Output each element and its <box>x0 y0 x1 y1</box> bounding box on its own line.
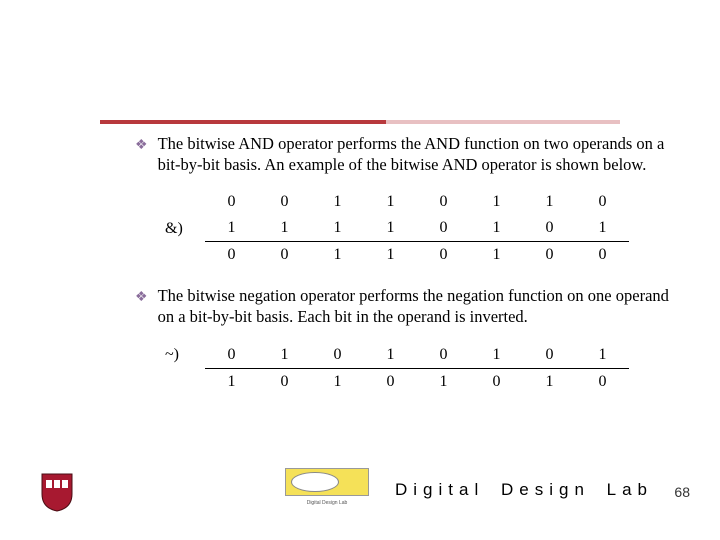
bit-cell: 0 <box>417 342 470 369</box>
table-row: &) 1 1 1 1 0 1 0 1 <box>165 215 680 242</box>
slide-footer: Digital Design Lab Digital Design Lab 68 <box>0 462 720 512</box>
bit-cell: 0 <box>364 369 417 395</box>
bit-cell: 1 <box>364 215 417 242</box>
bit-cell: 1 <box>417 369 470 395</box>
bit-cell: 0 <box>258 242 311 268</box>
bit-cell: 1 <box>364 342 417 369</box>
bit-cell: 1 <box>470 189 523 215</box>
bit-cell: 0 <box>576 369 629 395</box>
bit-cell: 0 <box>417 215 470 242</box>
diamond-bullet-icon: ❖ <box>135 137 148 175</box>
bit-cell: 1 <box>470 342 523 369</box>
bit-cell: 1 <box>258 215 311 242</box>
diamond-bullet-icon: ❖ <box>135 289 148 327</box>
bit-cell: 0 <box>205 189 258 215</box>
bit-cell: 0 <box>523 342 576 369</box>
bit-cell: 1 <box>470 242 523 268</box>
bit-cell: 1 <box>576 215 629 242</box>
bit-cell: 0 <box>417 189 470 215</box>
bit-cell: 0 <box>417 242 470 268</box>
bit-cell: 1 <box>311 242 364 268</box>
bit-cell: 1 <box>364 189 417 215</box>
bit-cell: 1 <box>576 342 629 369</box>
page-number: 68 <box>674 484 690 500</box>
footer-title: Digital Design Lab <box>395 480 653 500</box>
bit-cell: 0 <box>523 242 576 268</box>
table-row: 0 0 1 1 0 1 1 0 <box>165 189 680 215</box>
table-row: 0 0 1 1 0 1 0 0 <box>165 242 680 268</box>
operator-label: &) <box>165 220 205 238</box>
bit-cell: 1 <box>364 242 417 268</box>
table-row: 1 0 1 0 1 0 1 0 <box>165 369 680 395</box>
bullet-item: ❖ The bitwise negation operator performs… <box>135 286 680 327</box>
bit-cell: 1 <box>311 215 364 242</box>
bit-cell: 0 <box>258 369 311 395</box>
bit-cell: 0 <box>470 369 523 395</box>
bit-cell: 1 <box>205 369 258 395</box>
table-row: ~) 0 1 0 1 0 1 0 1 <box>165 342 680 369</box>
bullet-text: The bitwise AND operator performs the AN… <box>158 134 680 175</box>
bit-cell: 0 <box>258 189 311 215</box>
bullet-item: ❖ The bitwise AND operator performs the … <box>135 134 680 175</box>
slide-content: ❖ The bitwise AND operator performs the … <box>135 134 680 413</box>
not-table: ~) 0 1 0 1 0 1 0 1 1 0 1 0 1 0 1 0 <box>165 342 680 395</box>
bit-cell: 1 <box>311 369 364 395</box>
bit-cell: 1 <box>311 189 364 215</box>
bit-cell: 0 <box>205 242 258 268</box>
bit-cell: 1 <box>470 215 523 242</box>
operator-label: ~) <box>165 346 205 364</box>
and-table: 0 0 1 1 0 1 1 0 &) 1 1 1 1 0 1 0 1 <box>165 189 680 268</box>
header-rule <box>100 120 620 124</box>
bit-cell: 0 <box>576 189 629 215</box>
bit-cell: 0 <box>311 342 364 369</box>
lab-logo-icon: Digital Design Lab <box>285 468 369 504</box>
bit-cell: 1 <box>258 342 311 369</box>
bullet-text: The bitwise negation operator performs t… <box>158 286 680 327</box>
logo-subtext: Digital Design Lab <box>285 500 369 506</box>
bit-cell: 0 <box>205 342 258 369</box>
bit-cell: 1 <box>523 369 576 395</box>
bit-cell: 1 <box>205 215 258 242</box>
shield-icon <box>40 472 74 512</box>
bit-cell: 0 <box>523 215 576 242</box>
bit-cell: 0 <box>576 242 629 268</box>
bit-cell: 1 <box>523 189 576 215</box>
